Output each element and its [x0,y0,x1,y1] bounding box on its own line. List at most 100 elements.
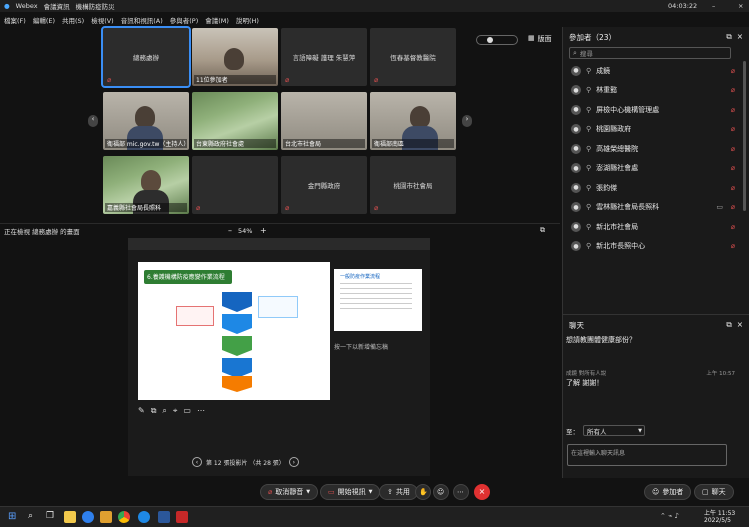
page-next-icon[interactable]: › [462,115,472,127]
participant-item[interactable]: ● ⚲ 林重懿 ⌀ [563,81,749,101]
menu-bar: 檔案(F) 編輯(E) 共用(S) 檢視(V) 音訊和視訊(A) 參與者(P) … [0,12,560,27]
webex-icon[interactable] [138,511,150,523]
muted-mic-icon[interactable]: ⌀ [731,106,735,114]
chrome-icon[interactable] [118,511,130,523]
search-icon[interactable]: ⌕ [28,511,33,521]
zoom-level[interactable]: 54% [238,227,252,235]
next-slide-icon[interactable]: › [288,457,299,467]
participant-item[interactable]: ● ⚲ 新北市社會局 ⌀ [563,217,749,237]
word-icon[interactable] [158,511,170,523]
reactions-button[interactable]: ✋ [415,484,431,500]
video-tile[interactable]: 衛福部 mic.gov.tw（主持人） [103,92,189,150]
link-icon: ⚲ [586,144,592,153]
more-icon[interactable]: ⋯ [197,406,205,416]
zoom-out-icon[interactable]: – [228,226,232,235]
layout-button[interactable]: ▦ 版面 [528,34,552,46]
zoom-in-icon[interactable]: + [260,226,267,235]
video-tile[interactable]: 金門縣政府 ⌀ [281,156,367,214]
taskbar-time: 上午 11:53 [704,510,736,517]
video-tile[interactable]: 台東縣政府社會處 [192,92,278,150]
pointer-icon[interactable]: ⌖ [173,406,178,416]
files-icon[interactable] [100,511,112,523]
menu-meeting[interactable]: 會議(M) [205,15,229,25]
video-tile[interactable]: 桃園市社會局 ⌀ [370,156,456,214]
popout-icon[interactable]: ⧉ [726,32,731,42]
menu-help[interactable]: 說明(H) [236,15,259,25]
participant-item[interactable]: ● ⚲ 張鈞傑 ⌀ [563,178,749,198]
pen-icon[interactable]: ✎ [138,406,145,416]
participants-toggle-button[interactable]: ☺ 參加者 [644,484,692,500]
participant-item[interactable]: ● ⚲ 成鏡 ⌀ [563,61,749,81]
edge-icon[interactable] [82,511,94,523]
participant-item[interactable]: ● ⚲ 桃園縣政府 ⌀ [563,120,749,140]
video-tile[interactable]: 總務處辦 ⌀ [101,26,191,88]
chat-toggle-button[interactable]: ▢ 聊天 [694,484,734,500]
menu-audio-video[interactable]: 音訊和視訊(A) [121,15,163,25]
participants-search[interactable]: ⌕ 搜尋 [569,47,731,59]
video-tile[interactable]: 11位參加者 [192,28,278,86]
muted-mic-icon[interactable]: ⌀ [731,223,735,231]
chat-input[interactable]: 在這裡輸入聊天訊息 [567,444,727,466]
subtitle-icon[interactable]: ▭ [183,406,191,416]
pdf-icon[interactable] [176,511,188,523]
muted-mic-icon[interactable]: ⌀ [731,125,735,133]
video-tile[interactable]: 恆春基督教醫院 ⌀ [370,28,456,86]
slider-handle[interactable] [487,37,493,43]
muted-mic-icon[interactable]: ⌀ [731,67,735,75]
participant-item[interactable]: ● ⚲ 屏檢中心機構管理處 ⌀ [563,100,749,120]
popout-icon[interactable]: ⧉ [726,320,731,330]
close-icon[interactable]: × [738,2,743,10]
menu-share[interactable]: 共用(S) [62,15,84,25]
meeting-info-button[interactable]: 會議資訊 [44,1,70,11]
menu-file[interactable]: 檔案(F) [4,15,26,25]
emoji-button[interactable]: ☺ [433,484,449,500]
video-tile[interactable]: 嘉義縣社會局長照科 [103,156,189,214]
participant-item[interactable]: ● ⚲ 澎湖縣社會處 ⌀ [563,159,749,179]
muted-mic-icon[interactable]: ⌀ [731,203,735,211]
menu-participants[interactable]: 參與者(P) [170,15,199,25]
video-tile[interactable]: 台北市社會局 [281,92,367,150]
start-video-button[interactable]: ▭ 開始視訊 ▼ [320,484,381,500]
muted-mic-icon[interactable]: ⌀ [731,145,735,153]
participants-scrollbar[interactable] [743,61,746,211]
prev-slide-icon[interactable]: ‹ [192,457,202,467]
avatar: ● [571,65,581,76]
menu-edit[interactable]: 編輯(E) [33,15,55,25]
magnifier-icon[interactable]: ⌕ [162,406,166,416]
video-tile[interactable]: 言語障礙 護理 朱慧萍 ⌀ [281,28,367,86]
tile-size-slider[interactable] [476,35,518,45]
slide-thumbnail[interactable]: 一般防疫作業流程 [334,269,422,331]
share-button[interactable]: ⇪ 共用 [379,484,418,500]
participant-item[interactable]: ● ⚲ 高雄榮總醫院 ⌀ [563,139,749,159]
video-tile[interactable]: 衛福部南區 [370,92,456,150]
unmute-button[interactable]: ⌀ 取消靜音 ▼ [260,484,319,500]
thumb-lines [340,283,412,313]
minimize-icon[interactable]: – [712,2,715,10]
muted-mic-icon[interactable]: ⌀ [731,242,735,250]
share-status-text: 正在檢視 總務處辦 的畫面 [4,227,80,236]
copy-icon[interactable]: ⧉ [151,406,157,416]
end-meeting-button[interactable]: × [474,484,490,500]
muted-mic-icon[interactable]: ⌀ [731,86,735,94]
participant-item[interactable]: ● ⚲ 新北市長照中心 ⌀ [563,237,749,257]
task-view-icon[interactable]: ❐ [46,511,54,521]
windows-start-icon[interactable]: ⊞ [8,511,16,522]
flow-note-right [258,296,298,318]
muted-mic-icon[interactable]: ⌀ [731,164,735,172]
notes-placeholder[interactable]: 按一下以新增備忘稿 [334,342,388,351]
menu-view[interactable]: 檢視(V) [91,15,114,25]
participant-item[interactable]: ● ⚲ 雲林縣社會局長照科 ▭ ⌀ [563,198,749,218]
more-options-button[interactable]: ⋯ [453,484,469,500]
close-icon[interactable]: × [737,32,743,42]
muted-mic-icon[interactable]: ⌀ [731,184,735,192]
muted-mic-icon: ⌀ [374,204,379,212]
page-prev-icon[interactable]: ‹ [88,115,98,127]
explorer-icon[interactable] [64,511,76,523]
chat-recipient-select[interactable]: 所有人 ▼ [583,425,645,436]
close-icon[interactable]: × [737,320,743,330]
participant-name: 成鏡 [596,66,611,75]
video-tile[interactable]: ⌀ [192,156,278,214]
popout-icon[interactable]: ⧉ [540,226,545,235]
muted-mic-icon: ⌀ [374,76,379,84]
clock: 04:03:22 [668,2,698,10]
